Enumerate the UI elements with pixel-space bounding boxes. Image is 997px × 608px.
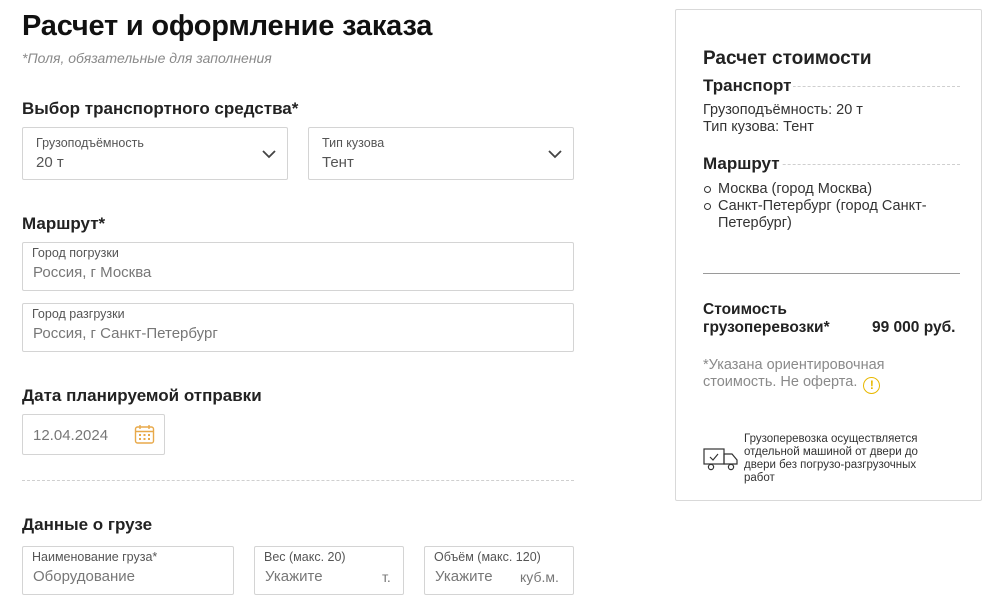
cargo-weight-label: Вес (макс. 20)	[264, 550, 346, 564]
cargo-name-input: Оборудование	[33, 568, 136, 585]
route-section-title: Маршрут*	[22, 214, 106, 233]
cargo-volume-field[interactable]: Объём (макс. 120) Укажите куб.м.	[424, 546, 574, 595]
unloading-city-label: Город разгрузки	[32, 307, 125, 321]
cargo-volume-input: Укажите	[435, 568, 493, 585]
route-point-to: Санкт-Петербург (город Санкт-Петербург)	[718, 198, 927, 231]
loading-city-value: Россия, г Москва	[33, 264, 152, 281]
loading-city-field[interactable]: Город погрузки Россия, г Москва	[22, 242, 574, 291]
summary-title: Расчет стоимости	[703, 48, 872, 69]
body-type-value: Тент	[322, 154, 354, 171]
truck-icon	[703, 448, 738, 471]
section-divider	[22, 480, 574, 481]
route-point-from: Москва (город Москва)	[718, 181, 873, 197]
route-point-icon	[704, 203, 711, 210]
required-fields-note: *Поля, обязательные для заполнения	[22, 50, 272, 66]
body-type-select[interactable]: Тип кузова Тент	[308, 127, 574, 180]
cost-label: Стоимость грузоперевозки*	[703, 301, 830, 336]
transport-body: Тип кузова: Тент	[703, 119, 814, 135]
cargo-weight-input: Укажите	[265, 568, 323, 585]
calendar-icon[interactable]	[134, 424, 155, 445]
cargo-section-title: Данные о грузе	[22, 515, 153, 534]
cost-summary-panel: Расчет стоимости Транспорт Грузоподъёмно…	[675, 9, 982, 501]
chevron-down-icon	[262, 150, 276, 159]
warning-icon[interactable]: !	[863, 377, 881, 394]
cost-note: *Указана ориентировочная стоимость. Не о…	[703, 357, 933, 394]
body-type-label: Тип кузова	[322, 136, 385, 150]
capacity-value: 20 т	[36, 154, 64, 171]
capacity-select[interactable]: Грузоподъёмность 20 т	[22, 127, 288, 180]
unloading-city-field[interactable]: Город разгрузки Россия, г Санкт-Петербур…	[22, 303, 574, 352]
departure-date-value: 12.04.2024	[33, 427, 109, 444]
loading-city-label: Город погрузки	[32, 246, 119, 260]
cargo-name-field[interactable]: Наименование груза* Оборудование	[22, 546, 234, 595]
cost-value: 99 000 руб.	[872, 319, 956, 336]
delivery-note: Грузоперевозка осуществляется отдельной …	[744, 433, 918, 484]
cargo-name-label: Наименование груза*	[32, 550, 158, 564]
departure-section-title: Дата планируемой отправки	[22, 386, 262, 405]
cargo-volume-unit: куб.м.	[520, 569, 559, 585]
summary-divider	[703, 273, 960, 274]
departure-date-field[interactable]: 12.04.2024	[22, 414, 165, 455]
vehicle-section-title: Выбор транспортного средства*	[22, 99, 299, 118]
page-title: Расчет и оформление заказа	[22, 10, 433, 42]
chevron-down-icon	[548, 150, 562, 159]
unloading-city-value: Россия, г Санкт-Петербург	[33, 325, 218, 342]
route-heading: Маршрут	[703, 154, 782, 174]
cargo-weight-unit: т.	[382, 569, 391, 585]
transport-capacity: Грузоподъёмность: 20 т	[703, 102, 863, 118]
transport-heading: Транспорт	[703, 76, 794, 96]
capacity-label: Грузоподъёмность	[36, 136, 144, 150]
cost-note-text: *Указана ориентировочная стоимость. Не о…	[703, 357, 885, 390]
cargo-volume-label: Объём (макс. 120)	[434, 550, 541, 564]
cargo-weight-field[interactable]: Вес (макс. 20) Укажите т.	[254, 546, 404, 595]
route-point-icon	[704, 186, 711, 193]
